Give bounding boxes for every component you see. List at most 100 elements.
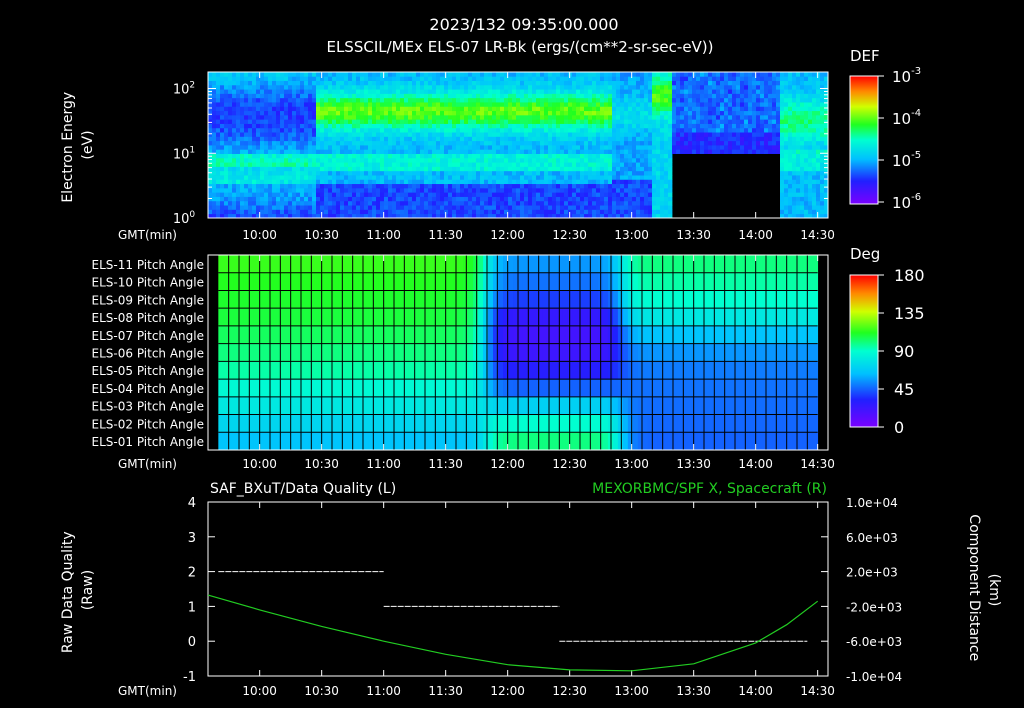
- spectrogram-cell: [752, 80, 757, 86]
- spectrogram-cell: [472, 97, 477, 103]
- spectrogram-cell: [324, 179, 329, 185]
- spectrogram-cell: [472, 187, 477, 193]
- spectrogram-cell: [808, 123, 813, 129]
- spectrogram-cell: [228, 205, 233, 210]
- spectrogram-cell: [264, 114, 269, 120]
- spectrogram-cell: [584, 80, 589, 86]
- spectrogram-cell: [316, 106, 321, 112]
- spectrogram-cell: [368, 102, 373, 107]
- spectrogram-cell: [744, 80, 749, 86]
- spectrogram-cell: [812, 123, 817, 129]
- spectrogram-cell: [236, 136, 241, 142]
- spectrogram-cell: [448, 196, 453, 202]
- spectrogram-cell: [564, 196, 569, 202]
- spectrogram-cell: [232, 162, 237, 167]
- spectrogram-cell: [340, 209, 345, 215]
- spectrogram-cell: [220, 97, 225, 103]
- spectrogram-cell: [292, 76, 297, 81]
- spectrogram-cell: [728, 123, 733, 129]
- spectrogram-cell: [444, 145, 449, 150]
- spectrogram-cell: [708, 84, 713, 90]
- spectrogram-cell: [660, 196, 665, 202]
- spectrogram-cell: [532, 209, 537, 215]
- spectrogram-cell: [640, 110, 645, 116]
- spectrogram-cell: [332, 196, 337, 202]
- spectrogram-cell: [576, 140, 581, 146]
- spectrogram-cell: [588, 179, 593, 185]
- spectrogram-cell: [488, 119, 493, 124]
- spectrogram-cell: [488, 97, 493, 103]
- spectrogram-cell: [608, 166, 613, 172]
- spectrogram-cell: [592, 209, 597, 215]
- spectrogram-cell: [476, 166, 481, 172]
- spectrogram-cell: [220, 76, 225, 81]
- spectrogram-cell: [692, 114, 697, 120]
- spectrogram-cell: [620, 114, 625, 120]
- spectrogram-cell: [324, 102, 329, 107]
- spectrogram-cell: [536, 97, 541, 103]
- spectrogram-cell: [540, 132, 545, 137]
- spectrogram-cell: [604, 127, 609, 133]
- spectrogram-cell: [240, 72, 245, 77]
- spectrogram-cell: [720, 72, 725, 77]
- spectrogram-cell: [520, 110, 525, 116]
- spectrogram-cell: [392, 93, 397, 99]
- spectrogram-cell: [708, 102, 713, 107]
- spectrogram-cell: [608, 153, 613, 159]
- spectrogram-cell: [284, 123, 289, 129]
- spectrogram-cell: [264, 132, 269, 137]
- spectrogram-cell: [796, 93, 801, 99]
- spectrogram-cell: [608, 132, 613, 137]
- spectrogram-cell: [632, 123, 637, 129]
- spectrogram-cell: [644, 106, 649, 112]
- spectrogram-cell: [484, 76, 489, 81]
- spectrogram-cell: [760, 127, 765, 133]
- spectrogram-cell: [448, 183, 453, 189]
- spectrogram-cell: [316, 136, 321, 142]
- spectrogram-cell: [660, 140, 665, 146]
- spectrogram-cell: [684, 84, 689, 90]
- spectrogram-cell: [344, 187, 349, 193]
- spectrogram-cell: [384, 209, 389, 215]
- spectrogram-cell: [472, 205, 477, 210]
- spectrogram-cell: [728, 80, 733, 86]
- spectrogram-cell: [508, 132, 513, 137]
- spectrogram-cell: [380, 153, 385, 159]
- spectrogram-cell: [436, 179, 441, 185]
- spectrogram-cell: [252, 84, 257, 90]
- spectrogram-cell: [800, 153, 805, 159]
- spectrogram-cell: [568, 187, 573, 193]
- spectrogram-cell: [420, 132, 425, 137]
- spectrogram-cell: [472, 157, 477, 163]
- spectrogram-cell: [784, 192, 789, 197]
- spectrogram-cell: [300, 114, 305, 120]
- spectrogram-cell: [700, 84, 705, 90]
- spectrogram-cell: [236, 127, 241, 133]
- spectrogram-cell: [248, 162, 253, 167]
- spectrogram-cell: [692, 93, 697, 99]
- spectrogram-cell: [400, 157, 405, 163]
- spectrogram-cell: [640, 166, 645, 172]
- spectrogram-cell: [284, 93, 289, 99]
- spectrogram-cell: [240, 205, 245, 210]
- spectrogram-cell: [488, 192, 493, 197]
- spectrogram-cell: [356, 84, 361, 90]
- spectrogram-cell: [584, 153, 589, 159]
- pitch-angle-cell: [223, 414, 229, 433]
- spectrogram-cell: [476, 170, 481, 176]
- spectrogram-cell: [468, 205, 473, 210]
- spectrogram-cell: [296, 166, 301, 172]
- spectrogram-cell: [240, 192, 245, 197]
- spectrogram-cell: [252, 183, 257, 189]
- spectrogram-cell: [272, 192, 277, 197]
- spectrogram-cell: [792, 119, 797, 124]
- spectrogram-cell: [400, 192, 405, 197]
- spectrogram-cell: [396, 114, 401, 120]
- spectrogram-cell: [400, 166, 405, 172]
- spectrogram-cell: [288, 80, 293, 86]
- spectrogram-cell: [212, 72, 217, 77]
- spectrogram-cell: [652, 170, 657, 176]
- spectrogram-cell: [512, 196, 517, 202]
- spectrogram-cell: [440, 110, 445, 116]
- spectrogram-cell: [808, 157, 813, 163]
